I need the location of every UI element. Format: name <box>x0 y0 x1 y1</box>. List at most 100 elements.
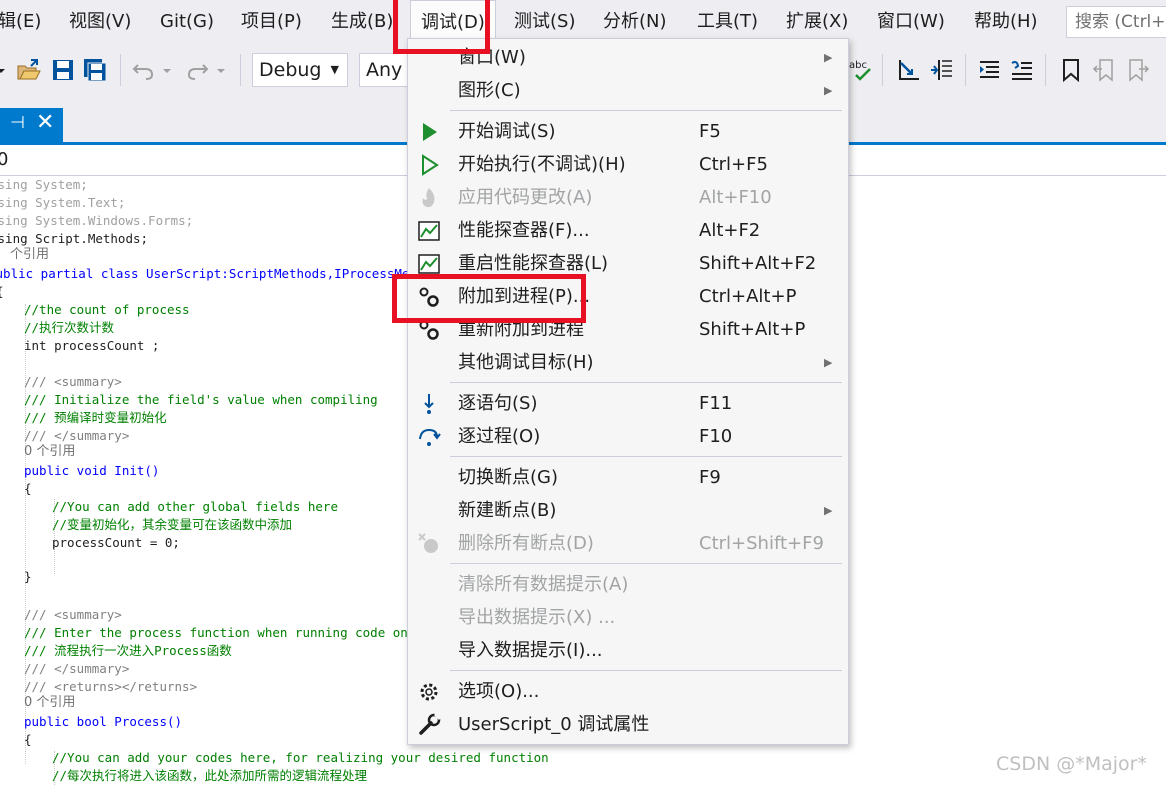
code-lens-references[interactable]: 个引用 <box>10 246 49 264</box>
previous-bookmark-icon[interactable] <box>1092 57 1118 83</box>
code-comment: //执行次数计数 <box>24 320 115 335</box>
code-line: processCount = 0; <box>52 535 180 550</box>
menu-item-clear-all-datatips[interactable]: 清除所有数据提示(A) <box>408 568 848 601</box>
play-outline-icon <box>422 154 439 176</box>
open-folder-icon[interactable] <box>16 57 42 83</box>
menu-item-shortcut: Alt+F10 <box>699 187 772 208</box>
menu-item-step-over[interactable]: 逐过程(O) F10 <box>408 420 848 453</box>
code-line: using System; <box>0 177 88 192</box>
chevron-down-icon: ▼ <box>330 63 339 76</box>
menu-item-options[interactable]: 选项(O)... <box>408 675 848 708</box>
menu-item-label: 选项(O)... <box>458 681 540 702</box>
menu-item-label: 应用代码更改(A) <box>458 187 593 208</box>
split-icon[interactable] <box>929 57 955 83</box>
menu-item-shortcut: Ctrl+F5 <box>699 154 768 175</box>
menu-item-label: 性能探查器(F)... <box>458 220 590 241</box>
menu-item-shortcut: Ctrl+Alt+P <box>699 286 797 307</box>
menu-window[interactable]: 窗口(W) <box>877 0 945 44</box>
menu-item-label: 逐语句(S) <box>458 393 538 414</box>
code-comment: //You can add other global fields here <box>52 499 338 514</box>
bookmark-icon[interactable] <box>1058 57 1084 83</box>
code-doc-comment: /// Enter the process function when runn… <box>24 625 423 640</box>
format-icon[interactable] <box>895 57 921 83</box>
menu-item-shortcut: Ctrl+Shift+F9 <box>699 533 824 554</box>
menu-item-debug-properties[interactable]: UserScript_0 调试属性 <box>408 708 848 741</box>
code-doc-comment: /// <summary> <box>24 607 122 622</box>
submenu-arrow-icon: ▶ <box>824 504 833 517</box>
menu-item-apply-code-changes[interactable]: 应用代码更改(A) Alt+F10 <box>408 181 848 214</box>
code-line: using System.Windows.Forms; <box>0 213 194 228</box>
menu-edit[interactable]: 辑(E) <box>0 0 41 44</box>
undo-icon[interactable] <box>130 57 156 83</box>
configuration-select[interactable]: Debug ▼ <box>252 53 348 87</box>
menu-separator <box>450 456 842 457</box>
menu-separator <box>450 563 842 564</box>
search-input[interactable]: 搜索 (Ctrl+ <box>1066 6 1166 38</box>
menu-item-label: 开始调试(S) <box>458 121 556 142</box>
delete-breakpoints-icon <box>418 533 438 553</box>
menu-item-label: 删除所有断点(D) <box>458 533 594 554</box>
play-icon <box>423 123 437 141</box>
toolbar-separator <box>1045 54 1046 86</box>
menu-item-import-datatips[interactable]: 导入数据提示(I)... <box>408 634 848 667</box>
spell-check-icon[interactable]: abc <box>848 57 874 83</box>
code-lens-references[interactable]: 0 个引用 <box>24 443 75 461</box>
menu-item-start-without-debugging[interactable]: 开始执行(不调试)(H) Ctrl+F5 <box>408 148 848 181</box>
redo-icon[interactable] <box>185 57 211 83</box>
navigation-dropdown[interactable]: 0 <box>0 149 8 170</box>
code-line: { <box>24 732 32 747</box>
menu-item-label: 导出数据提示(X) ... <box>458 607 616 628</box>
menu-item-shortcut: Alt+F2 <box>699 220 761 241</box>
menu-item-toggle-breakpoint[interactable]: 切换断点(G) F9 <box>408 461 848 494</box>
step-into-icon <box>424 394 434 414</box>
menu-item-start-debugging[interactable]: 开始调试(S) F5 <box>408 115 848 148</box>
menu-project[interactable]: 项目(P) <box>241 0 302 44</box>
hot-reload-flame-icon <box>422 188 435 208</box>
code-lens-references[interactable]: 0 个引用 <box>24 694 75 712</box>
watermark: CSDN @*Major* <box>996 753 1147 775</box>
code-line: { <box>0 283 4 301</box>
pin-icon[interactable]: ⊣ <box>10 113 25 133</box>
next-bookmark-icon[interactable] <box>1125 57 1151 83</box>
menu-item-shortcut: F10 <box>699 426 733 447</box>
highlight-box-attach-to-process <box>392 274 586 323</box>
menu-item-label: UserScript_0 调试属性 <box>458 714 650 735</box>
menu-item-label: 切换断点(G) <box>458 467 558 488</box>
menu-item-shortcut: F5 <box>699 121 721 142</box>
code-comment: //每次执行将进入该函数，此处添加所需的逻辑流程处理 <box>52 768 368 783</box>
menu-item-shortcut: F9 <box>699 467 721 488</box>
save-all-icon[interactable] <box>82 57 108 83</box>
step-over-icon <box>419 428 441 446</box>
wrench-icon <box>419 712 442 735</box>
menu-item-graphics[interactable]: 图形(C) ▶ <box>408 74 848 107</box>
menu-item-shortcut: F11 <box>699 393 733 414</box>
code-comment: //You can add your codes here, for reali… <box>52 750 549 765</box>
menu-item-other-debug-targets[interactable]: 其他调试目标(H) ▶ <box>408 346 848 379</box>
menu-build[interactable]: 生成(B) <box>331 0 393 44</box>
close-icon[interactable]: ✕ <box>36 110 54 135</box>
save-icon[interactable] <box>50 57 76 83</box>
menu-separator <box>450 670 842 671</box>
submenu-arrow-icon: ▶ <box>824 356 833 369</box>
menu-view[interactable]: 视图(V) <box>69 0 131 44</box>
undo-dropdown-icon[interactable] <box>162 57 174 83</box>
comment-lines-icon[interactable] <box>977 57 1003 83</box>
code-doc-comment: /// Initialize the field's value when co… <box>24 392 378 407</box>
code-line: public bool Process() <box>24 714 183 729</box>
configuration-value: Debug <box>259 59 322 81</box>
menu-help[interactable]: 帮助(H) <box>974 0 1038 44</box>
code-doc-comment: /// 预编译时变量初始化 <box>24 410 167 425</box>
menu-item-label: 图形(C) <box>458 80 521 101</box>
menu-item-shortcut: Shift+Alt+P <box>699 319 806 340</box>
menu-item-performance-profiler[interactable]: 性能探查器(F)... Alt+F2 <box>408 214 848 247</box>
uncomment-lines-icon[interactable] <box>1009 57 1035 83</box>
active-document-tab[interactable]: ⊣ ✕ <box>0 108 63 142</box>
menu-git[interactable]: Git(G) <box>160 0 214 44</box>
redo-dropdown-icon[interactable] <box>216 57 228 83</box>
menu-item-new-breakpoint[interactable]: 新建断点(B) ▶ <box>408 494 848 527</box>
dropdown-arrow-icon[interactable] <box>0 57 8 83</box>
menu-item-step-into[interactable]: 逐语句(S) F11 <box>408 387 848 420</box>
menu-item-label: 其他调试目标(H) <box>458 352 594 373</box>
menu-item-export-datatips[interactable]: 导出数据提示(X) ... <box>408 601 848 634</box>
menu-item-delete-all-breakpoints[interactable]: 删除所有断点(D) Ctrl+Shift+F9 <box>408 527 848 560</box>
